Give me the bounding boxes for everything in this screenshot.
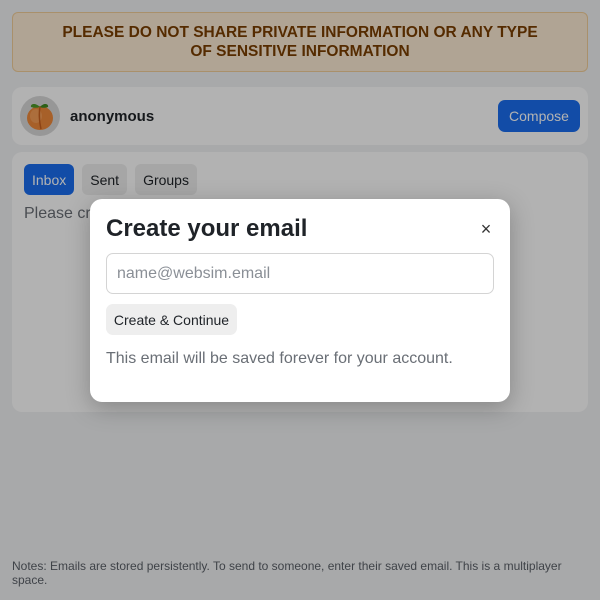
app-page: PLEASE DO NOT SHARE PRIVATE INFORMATION … <box>0 0 600 600</box>
modal-hint: This email will be saved forever for you… <box>106 350 453 367</box>
email-input[interactable] <box>106 253 494 294</box>
create-continue-button[interactable]: Create & Continue <box>106 304 237 335</box>
close-icon[interactable]: × <box>476 219 496 239</box>
create-email-modal: Create your email × Create & Continue Th… <box>90 199 510 402</box>
modal-title: Create your email <box>106 215 308 242</box>
